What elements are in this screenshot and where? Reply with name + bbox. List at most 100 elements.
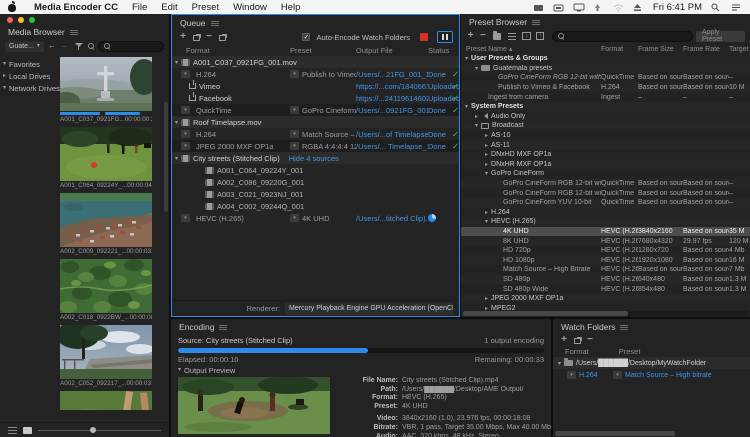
column-preset[interactable]: Preset — [619, 347, 641, 357]
expand-chevron-icon[interactable]: ▸ — [485, 132, 488, 139]
watch-folders-scrollbar[interactable] — [555, 431, 675, 436]
queue-row[interactable]: HEVC (H.265) 4K UHD /Users/...titched Cl… — [172, 212, 459, 224]
format-dropdown[interactable] — [181, 214, 190, 222]
expand-chevron-icon[interactable]: ▸ — [475, 113, 478, 120]
clip-scrub-bar[interactable] — [60, 112, 152, 115]
list-view-icon[interactable] — [8, 427, 17, 434]
column-target-rate[interactable]: Target R — [729, 46, 750, 53]
tree-item-network-drives[interactable]: ▾Network Drives — [3, 82, 56, 94]
expand-chevron-icon[interactable]: ▾ — [175, 155, 178, 162]
clip-thumbnail-ball-closeup[interactable] — [60, 391, 152, 410]
column-status[interactable]: Status — [428, 46, 452, 55]
column-format[interactable]: Format — [601, 46, 638, 53]
expand-chevron-icon[interactable]: ▾ — [175, 59, 178, 66]
panel-menu-icon[interactable] — [70, 30, 78, 35]
minimize-window-button[interactable] — [18, 17, 24, 23]
slider-knob[interactable] — [90, 427, 96, 433]
preset-row[interactable]: Publish to Vimeo & Facebook H.264 Based … — [461, 83, 750, 93]
wifi-status-icon[interactable] — [613, 3, 624, 12]
forward-arrow-icon[interactable]: → — [60, 42, 68, 50]
thumbnail-size-slider[interactable] — [38, 430, 161, 431]
expand-chevron-icon[interactable]: ▾ — [558, 360, 561, 367]
preset-row[interactable]: ▾ User Presets & Groups — [461, 54, 750, 64]
eject-status-icon[interactable] — [633, 3, 644, 12]
preset-row[interactable]: ▸ DNxHD MXF OP1a — [461, 150, 750, 160]
spotlight-search-icon[interactable] — [711, 3, 722, 12]
output-file-link[interactable]: /Users/...titched Clip).mp4 — [356, 214, 428, 223]
media-clip[interactable] — [60, 391, 161, 410]
expand-chevron-icon[interactable]: ▸ — [485, 209, 488, 216]
watch-folders-tab[interactable]: Watch Folders — [553, 319, 750, 333]
queue-row[interactable]: Facebook https://...24119614602283 Uploa… — [172, 92, 459, 104]
filter-icon[interactable] — [75, 42, 84, 51]
pause-queue-button[interactable] — [437, 31, 453, 43]
preset-row[interactable]: GoPro CineForm RGB 12-bit with alpha... … — [461, 188, 750, 198]
queue-tab[interactable]: Queue — [172, 15, 459, 29]
preset-row[interactable]: HD 720p HEVC (H.265) 1280x720 Based on s… — [461, 246, 750, 256]
hide-sources-link[interactable]: Hide 4 sources — [289, 154, 339, 163]
preset-row[interactable]: Ingest from camera Ingest – – – — [461, 92, 750, 102]
column-frame-size[interactable]: Frame Size — [638, 46, 683, 53]
output-file-link[interactable]: /Users/...of Timelapse.mp4 — [356, 130, 428, 139]
copy-button[interactable] — [219, 35, 226, 41]
format-dropdown[interactable] — [181, 142, 190, 150]
preset-row[interactable]: GoPro CineForm RGB 12-bit with alpha Qui… — [461, 179, 750, 189]
queue-row[interactable]: A001_C064_09224Y_001 — [172, 164, 459, 176]
duplicate-button[interactable] — [193, 35, 200, 41]
panel-menu-icon[interactable] — [532, 20, 540, 25]
display-status-icon[interactable] — [573, 3, 584, 12]
preset-settings-icon[interactable] — [508, 33, 516, 40]
queue-row[interactable]: A004_C002_09244Q_001 — [172, 200, 459, 212]
preset-row[interactable]: HD 1080p HEVC (H.265) 1920x1080 Based on… — [461, 255, 750, 265]
queue-row[interactable]: ▾ Roof Timelapse.mov — [172, 116, 459, 128]
preset-browser-tab[interactable]: Preset Browser — [461, 14, 750, 28]
queue-row[interactable]: JPEG 2000 MXF OP1a RGBA 4:4:4:4 12-bit (… — [172, 140, 459, 152]
column-format[interactable]: Format — [565, 347, 589, 357]
preset-search-input[interactable] — [552, 31, 693, 42]
preset-row[interactable]: ▸ AS-10 — [461, 131, 750, 141]
format-dropdown[interactable] — [181, 106, 190, 114]
preset-row[interactable]: 4K UHD HEVC (H.265) 3840x2160 Based on s… — [461, 227, 750, 237]
apple-menu-icon[interactable] — [8, 2, 17, 12]
output-file-link[interactable]: /Users/... Timelapse_1.mxf — [356, 142, 428, 151]
preset-row[interactable]: Match Source – High Bitrate HEVC (H.265)… — [461, 265, 750, 275]
media-clip[interactable]: A002_C009_092221_...00:00:03:04 — [60, 193, 161, 255]
panel-menu-icon[interactable] — [620, 325, 628, 330]
back-arrow-icon[interactable]: ← — [48, 42, 56, 50]
format-dropdown[interactable] — [567, 371, 576, 379]
preset-row[interactable]: ▾ GoPro CineForm — [461, 169, 750, 179]
preset-dropdown[interactable] — [290, 214, 299, 222]
menu-file[interactable]: File — [125, 2, 154, 13]
tree-item-favorites[interactable]: ▾Favorites — [3, 58, 56, 70]
create-preset-button[interactable]: + — [466, 31, 475, 41]
queue-row[interactable]: ▾ A001_C037_0921FG_001.mov — [172, 56, 459, 68]
output-file-link[interactable]: https://...com/184066142 — [356, 82, 428, 91]
panel-menu-icon[interactable] — [219, 325, 227, 330]
preset-row[interactable]: ▾ Guatemala presets — [461, 64, 750, 74]
format-dropdown[interactable] — [181, 130, 190, 138]
location-dropdown[interactable]: Guate...▾ — [5, 41, 44, 52]
zoom-search-icon[interactable] — [88, 43, 94, 49]
queue-row[interactable]: ▾ City streets (Stitched Clip) Hide 4 so… — [172, 152, 459, 164]
watch-folder-row[interactable]: ▾ /Users/██████/Desktop/MyWatchFolder — [553, 357, 750, 369]
expand-chevron-icon[interactable]: ▾ — [175, 119, 178, 126]
thumbnail-view-icon[interactable] — [23, 427, 32, 434]
renderer-dropdown[interactable]: Mercury Playback Engine GPU Acceleration… — [285, 303, 453, 315]
column-output-file[interactable]: Output File — [356, 46, 428, 55]
expand-chevron-icon[interactable]: ▾ — [485, 170, 488, 177]
remove-watch-folder-button[interactable]: − — [585, 335, 595, 345]
output-file-link[interactable]: https://...24119614602283 — [356, 94, 428, 103]
apply-preset-button[interactable]: Apply Preset — [696, 31, 745, 42]
clip-thumbnail-aerial-lake-town[interactable] — [60, 193, 152, 247]
preset-row[interactable]: GoPro CineForm YUV 10-bit QuickTime Base… — [461, 198, 750, 208]
panel-menu-icon[interactable] — [211, 21, 219, 26]
preset-row[interactable]: ▸ DNxHR MXF OP1a — [461, 160, 750, 170]
close-window-button[interactable] — [7, 17, 13, 23]
updates-status-icon[interactable] — [593, 3, 604, 12]
column-frame-rate[interactable]: Frame Rate — [683, 46, 729, 53]
preset-row[interactable]: ▾ System Presets — [461, 102, 750, 112]
create-group-icon[interactable] — [493, 33, 501, 40]
menu-edit[interactable]: Edit — [154, 2, 184, 13]
media-search-input[interactable] — [98, 41, 164, 52]
expand-chevron-icon[interactable]: ▸ — [485, 151, 488, 158]
